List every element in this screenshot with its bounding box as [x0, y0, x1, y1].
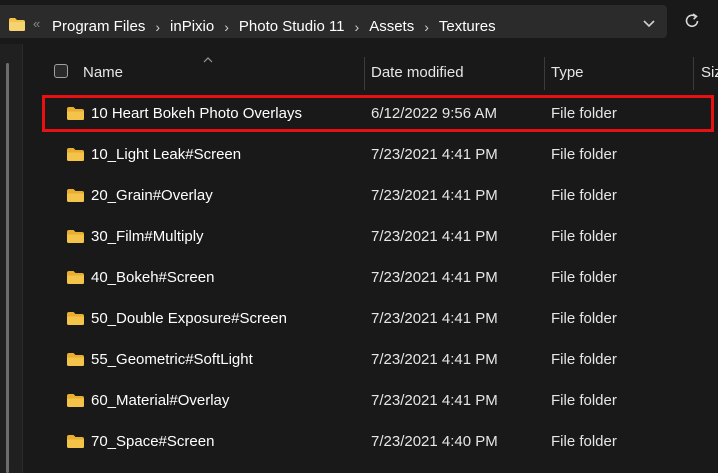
- column-name[interactable]: Name: [83, 64, 123, 81]
- folder-icon: [67, 312, 84, 325]
- breadcrumb-item[interactable]: Program Files: [52, 18, 145, 35]
- file-date: 7/23/2021 4:40 PM: [371, 433, 498, 450]
- file-type: File folder: [551, 392, 617, 409]
- folder-icon: [67, 107, 84, 120]
- file-row[interactable]: 50_Double Exposure#Screen 7/23/2021 4:41…: [42, 300, 714, 337]
- file-name: 70_Space#Screen: [91, 433, 215, 450]
- chevron-down-icon[interactable]: [642, 19, 656, 29]
- folder-icon: [67, 189, 84, 202]
- folder-icon: [67, 394, 84, 407]
- address-bar: « Program Files › inPixio › Photo Studio…: [0, 0, 718, 44]
- file-type: File folder: [551, 351, 617, 368]
- select-all-checkbox[interactable]: [54, 64, 68, 78]
- column-date-modified[interactable]: Date modified: [371, 64, 464, 81]
- breadcrumb: Program Files › inPixio › Photo Studio 1…: [52, 18, 496, 35]
- column-divider[interactable]: [693, 57, 694, 90]
- breadcrumb-overflow-icon[interactable]: «: [33, 16, 40, 31]
- file-date: 7/23/2021 4:41 PM: [371, 228, 498, 245]
- file-type: File folder: [551, 269, 617, 286]
- breadcrumb-item[interactable]: Assets: [369, 18, 414, 35]
- file-name: 60_Material#Overlay: [91, 392, 230, 409]
- folder-icon: [67, 230, 84, 243]
- folder-icon: [67, 148, 84, 161]
- file-type: File folder: [551, 228, 617, 245]
- navigation-pane: [0, 44, 22, 473]
- file-name: 55_Geometric#SoftLight: [91, 351, 253, 368]
- column-divider[interactable]: [544, 57, 545, 90]
- column-type[interactable]: Type: [551, 64, 584, 81]
- file-name: 50_Double Exposure#Screen: [91, 310, 287, 327]
- file-name: 10 Heart Bokeh Photo Overlays: [91, 105, 302, 122]
- file-row[interactable]: 10 Heart Bokeh Photo Overlays 6/12/2022 …: [42, 95, 714, 132]
- breadcrumb-item[interactable]: inPixio: [170, 18, 214, 35]
- chevron-right-icon[interactable]: ›: [355, 19, 360, 35]
- file-date: 7/23/2021 4:41 PM: [371, 310, 498, 327]
- file-row[interactable]: 20_Grain#Overlay 7/23/2021 4:41 PM File …: [42, 177, 714, 214]
- column-size[interactable]: Siz: [701, 64, 718, 81]
- file-date: 6/12/2022 9:56 AM: [371, 105, 497, 122]
- file-date: 7/23/2021 4:41 PM: [371, 269, 498, 286]
- file-type: File folder: [551, 310, 617, 327]
- chevron-right-icon[interactable]: ›: [224, 19, 229, 35]
- file-type: File folder: [551, 433, 617, 450]
- file-name: 40_Bokeh#Screen: [91, 269, 215, 286]
- pane-divider: [22, 44, 23, 473]
- file-row[interactable]: 30_Film#Multiply 7/23/2021 4:41 PM File …: [42, 218, 714, 255]
- file-type: File folder: [551, 187, 617, 204]
- breadcrumb-item[interactable]: Photo Studio 11: [239, 18, 345, 35]
- sort-ascending-icon: [203, 57, 213, 63]
- file-date: 7/23/2021 4:41 PM: [371, 146, 498, 163]
- chevron-right-icon[interactable]: ›: [155, 19, 160, 35]
- scrollbar[interactable]: [6, 63, 9, 473]
- file-name: 30_Film#Multiply: [91, 228, 204, 245]
- folder-icon: [67, 271, 84, 284]
- file-row[interactable]: 40_Bokeh#Screen 7/23/2021 4:41 PM File f…: [42, 259, 714, 296]
- file-row[interactable]: 70_Space#Screen 7/23/2021 4:40 PM File f…: [42, 423, 714, 460]
- file-type: File folder: [551, 146, 617, 163]
- folder-icon: [67, 353, 84, 366]
- address-box[interactable]: « Program Files › inPixio › Photo Studio…: [0, 5, 667, 38]
- file-name: 10_Light Leak#Screen: [91, 146, 242, 163]
- file-date: 7/23/2021 4:41 PM: [371, 187, 498, 204]
- refresh-icon[interactable]: [683, 12, 701, 30]
- file-row[interactable]: 10_Light Leak#Screen 7/23/2021 4:41 PM F…: [42, 136, 714, 173]
- file-type: File folder: [551, 105, 617, 122]
- file-date: 7/23/2021 4:41 PM: [371, 351, 498, 368]
- folder-icon: [67, 435, 84, 448]
- column-divider[interactable]: [364, 57, 365, 90]
- chevron-right-icon[interactable]: ›: [424, 19, 429, 35]
- file-name: 20_Grain#Overlay: [91, 187, 213, 204]
- file-date: 7/23/2021 4:41 PM: [371, 392, 498, 409]
- file-row[interactable]: 55_Geometric#SoftLight 7/23/2021 4:41 PM…: [42, 341, 714, 378]
- folder-icon: [9, 18, 25, 31]
- breadcrumb-item[interactable]: Textures: [439, 18, 496, 35]
- file-row[interactable]: 60_Material#Overlay 7/23/2021 4:41 PM Fi…: [42, 382, 714, 419]
